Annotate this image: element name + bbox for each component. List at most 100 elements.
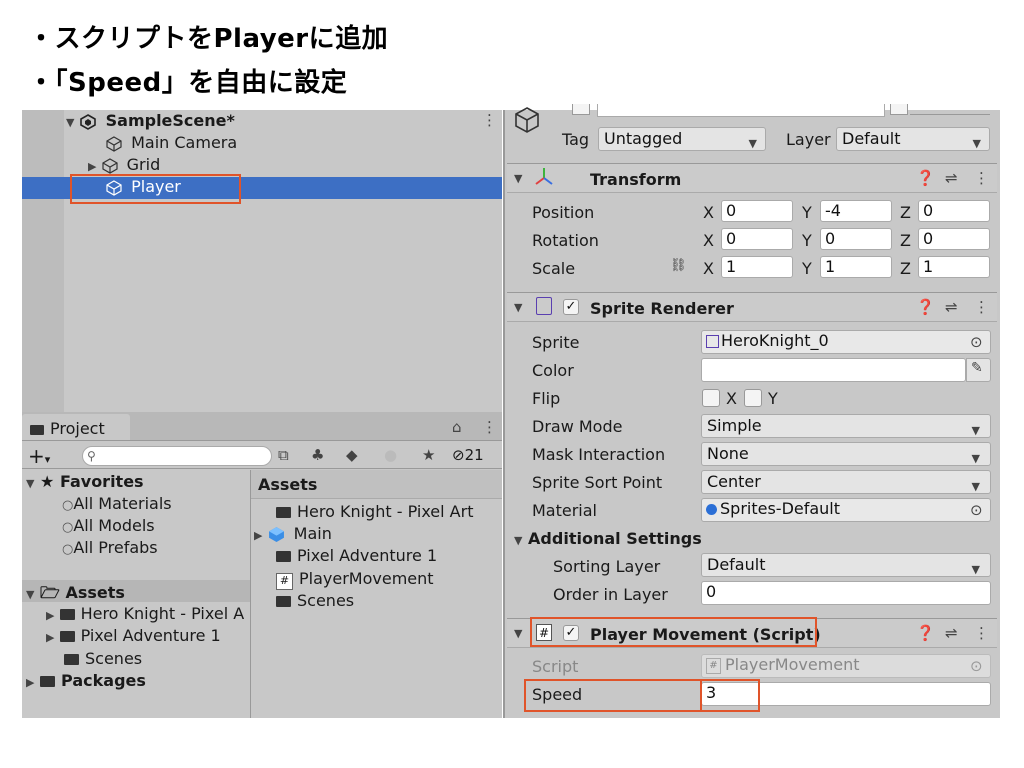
- flip-x-checkbox[interactable]: [702, 389, 720, 407]
- hidden-packages-toggle[interactable]: ⊘21: [452, 446, 484, 464]
- rotation-x-label[interactable]: X: [703, 231, 714, 250]
- scale-x-field[interactable]: 1: [721, 256, 793, 278]
- project-search-input[interactable]: ⚲: [82, 446, 272, 466]
- expand-arrow-icon[interactable]: ▼: [514, 627, 522, 640]
- project-menu-icon[interactable]: ⋮: [482, 418, 497, 436]
- favorite-star-icon[interactable]: ★: [422, 446, 435, 464]
- help-icon[interactable]: ❓: [916, 624, 935, 642]
- item-label: Main Camera: [131, 133, 238, 152]
- asset-store-icon[interactable]: ●: [384, 446, 397, 464]
- hierarchy-gutter: [22, 110, 64, 412]
- object-picker-icon[interactable]: ⊙: [970, 501, 983, 519]
- position-y-field[interactable]: -4: [820, 200, 892, 222]
- tree-pixel-adventure[interactable]: ▶ Pixel Adventure 1: [46, 626, 221, 645]
- sprite-renderer-enabled-checkbox[interactable]: ✓: [563, 299, 579, 315]
- hierarchy-scene-row[interactable]: ▼ SampleScene*: [66, 111, 235, 130]
- help-icon[interactable]: ❓: [916, 169, 935, 187]
- lock-icon[interactable]: ⌂: [452, 418, 462, 436]
- sorting-layer-dropdown[interactable]: Default ▼: [701, 553, 991, 577]
- layer-label: Layer: [786, 130, 831, 149]
- expand-arrow-icon[interactable]: ▶: [88, 160, 96, 173]
- color-field[interactable]: [701, 358, 966, 382]
- layer-dropdown[interactable]: Default ▼: [836, 127, 990, 151]
- scale-y-label[interactable]: Y: [802, 259, 812, 278]
- add-button[interactable]: +▾: [28, 444, 50, 468]
- position-x-field[interactable]: 0: [721, 200, 793, 222]
- packages-tree-header[interactable]: ▶ Packages: [26, 671, 146, 690]
- tree-hero-knight[interactable]: ▶ Hero Knight - Pixel A: [46, 604, 244, 623]
- tree-scenes[interactable]: Scenes: [64, 649, 142, 668]
- expand-arrow-icon[interactable]: ▼: [514, 301, 522, 314]
- flip-y-checkbox[interactable]: [744, 389, 762, 407]
- scale-z-label[interactable]: Z: [900, 259, 911, 278]
- tag-label: Tag: [562, 130, 590, 149]
- project-tab-label[interactable]: Project: [30, 419, 105, 438]
- flip-y-label: Y: [768, 389, 778, 408]
- eyedropper-icon[interactable]: ✎: [971, 360, 983, 376]
- component-menu-icon[interactable]: ⋮: [974, 169, 989, 187]
- speed-value-highlight-box: [700, 679, 760, 712]
- favorite-all-models[interactable]: ○All Models: [62, 516, 155, 535]
- asset-main-prefab[interactable]: ▶ Main: [254, 524, 332, 543]
- object-picker-icon[interactable]: ⊙: [970, 333, 983, 351]
- expand-arrow-icon[interactable]: ▼: [514, 172, 522, 185]
- mask-interaction-dropdown[interactable]: None ▼: [701, 442, 991, 466]
- component-menu-icon[interactable]: ⋮: [974, 298, 989, 316]
- order-in-layer-field[interactable]: 0: [701, 581, 991, 605]
- slide-bullet-2: ・「Speed」を自由に設定: [28, 68, 348, 98]
- presets-icon[interactable]: ⇌: [945, 298, 958, 316]
- asset-pixel-adventure[interactable]: Pixel Adventure 1: [276, 546, 437, 565]
- expand-arrow-icon[interactable]: ▼: [26, 477, 34, 490]
- rotation-y-field[interactable]: 0: [820, 228, 892, 250]
- active-checkbox[interactable]: [572, 104, 590, 115]
- tag-dropdown[interactable]: Untagged ▼: [598, 127, 766, 151]
- expand-arrow-icon[interactable]: ▼: [514, 534, 522, 547]
- scale-y-field[interactable]: 1: [820, 256, 892, 278]
- expand-arrow-icon[interactable]: ▼: [66, 116, 74, 129]
- position-x-label[interactable]: X: [703, 203, 714, 222]
- hierarchy-menu-icon[interactable]: ⋮: [482, 111, 497, 129]
- position-z-field[interactable]: 0: [918, 200, 990, 222]
- rotation-z-field[interactable]: 0: [918, 228, 990, 250]
- material-label: Material: [532, 501, 597, 520]
- draw-mode-dropdown[interactable]: Simple ▼: [701, 414, 991, 438]
- filter-by-label-icon[interactable]: ◆: [346, 446, 358, 464]
- gameobject-name-field[interactable]: [597, 104, 885, 117]
- scale-x-label[interactable]: X: [703, 259, 714, 278]
- favorite-all-prefabs[interactable]: ○All Prefabs: [62, 538, 158, 557]
- filter-by-type-icon[interactable]: ♣: [311, 446, 324, 464]
- expand-arrow-icon[interactable]: ▶: [46, 631, 54, 644]
- position-z-label[interactable]: Z: [900, 203, 911, 222]
- static-checkbox[interactable]: [890, 104, 908, 115]
- project-divider[interactable]: [250, 470, 251, 718]
- favorites-header[interactable]: ▼ ★ Favorites: [26, 472, 144, 491]
- position-y-label[interactable]: Y: [802, 203, 812, 222]
- transform-icon: [533, 166, 555, 192]
- asset-scenes[interactable]: Scenes: [276, 591, 354, 610]
- constrain-proportions-icon[interactable]: ⛓: [670, 258, 687, 273]
- expand-arrow-icon[interactable]: ▼: [26, 588, 34, 601]
- expand-arrow-icon[interactable]: ▶: [254, 529, 262, 542]
- assets-list-header: Assets: [258, 475, 318, 494]
- presets-icon[interactable]: ⇌: [945, 169, 958, 187]
- rotation-z-label[interactable]: Z: [900, 231, 911, 250]
- sprite-sort-point-dropdown[interactable]: Center ▼: [701, 470, 991, 494]
- asset-hero-knight[interactable]: Hero Knight - Pixel Art: [276, 502, 473, 521]
- additional-settings-foldout[interactable]: ▼ Additional Settings: [514, 529, 702, 548]
- presets-icon[interactable]: ⇌: [945, 624, 958, 642]
- help-icon[interactable]: ❓: [916, 298, 935, 316]
- hierarchy-item-grid[interactable]: ▶ Grid: [88, 155, 160, 174]
- filter-by-folder-icon[interactable]: ⧉: [278, 446, 289, 464]
- hierarchy-item-main-camera[interactable]: Main Camera: [106, 133, 237, 152]
- rotation-x-field[interactable]: 0: [721, 228, 793, 250]
- asset-player-movement[interactable]: # PlayerMovement: [276, 569, 434, 590]
- material-field[interactable]: Sprites-Default: [701, 498, 991, 522]
- expand-arrow-icon[interactable]: ▶: [46, 609, 54, 622]
- favorite-all-materials[interactable]: ○All Materials: [62, 494, 172, 513]
- rotation-y-label[interactable]: Y: [802, 231, 812, 250]
- component-menu-icon[interactable]: ⋮: [974, 624, 989, 642]
- scale-z-field[interactable]: 1: [918, 256, 990, 278]
- sprite-field[interactable]: HeroKnight_0: [701, 330, 991, 354]
- static-dropdown[interactable]: [910, 104, 990, 115]
- expand-arrow-icon[interactable]: ▶: [26, 676, 34, 689]
